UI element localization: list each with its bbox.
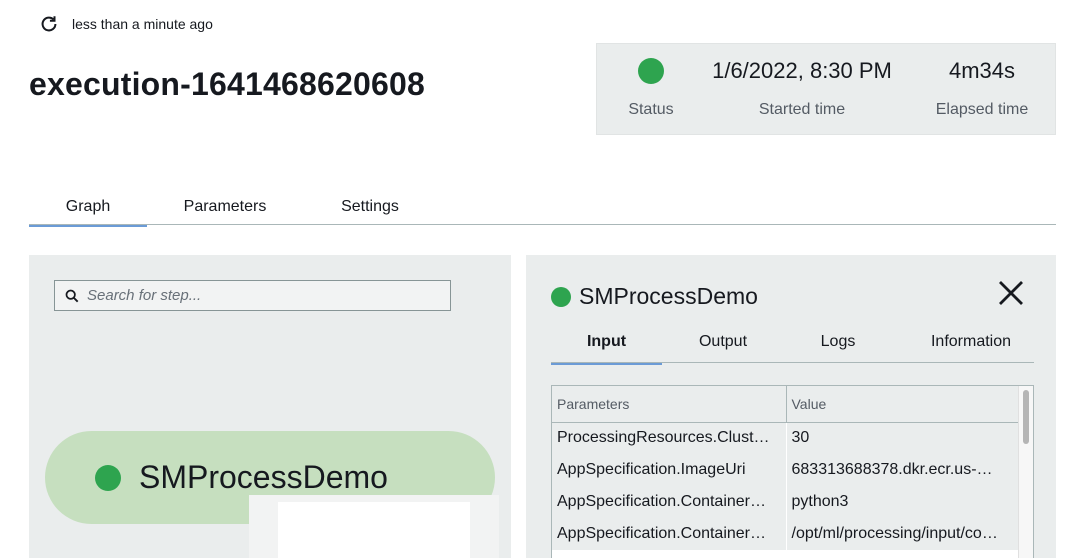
- search-input[interactable]: [87, 287, 427, 304]
- parameter-value-cell: 30: [786, 422, 1020, 454]
- step-details-title: SMProcessDemo: [579, 283, 758, 309]
- step-search: [54, 280, 451, 311]
- tab-settings[interactable]: Settings: [325, 198, 415, 216]
- table-header-row: Parameters Value: [552, 386, 1020, 423]
- table-row: ProcessingResources.Clust… 30: [552, 422, 1020, 454]
- graph-overlay-inner: [278, 502, 470, 558]
- table-row: AppSpecification.Container… /opt/ml/proc…: [552, 518, 1020, 550]
- column-header-value[interactable]: Value: [786, 386, 1020, 423]
- main-tabs: Graph Parameters Settings: [29, 190, 1056, 227]
- tab-logs[interactable]: Logs: [815, 333, 861, 351]
- parameter-value-cell: 683313688378.dkr.ecr.us-…: [786, 454, 1020, 486]
- column-header-parameters[interactable]: Parameters: [552, 386, 787, 423]
- parameter-value-cell: python3: [786, 486, 1020, 518]
- table-row: AppSpecification.ImageUri 683313688378.d…: [552, 454, 1020, 486]
- tab-input[interactable]: Input: [551, 333, 662, 365]
- scrollbar-thumb[interactable]: [1023, 390, 1029, 444]
- started-time-value: 1/6/2022, 8:30 PM: [712, 58, 892, 83]
- parameter-name-cell: ProcessingResources.Clust…: [552, 422, 786, 454]
- parameter-name-cell: AppSpecification.Container…: [552, 518, 786, 550]
- started-time-label: Started time: [758, 101, 846, 118]
- step-status-icon: [551, 286, 571, 307]
- refresh-icon: [41, 16, 57, 32]
- tab-graph[interactable]: Graph: [29, 198, 147, 227]
- parameter-name-cell: AppSpecification.ImageUri: [552, 454, 786, 486]
- elapsed-time-label: Elapsed time: [935, 101, 1029, 118]
- status-success-icon: [638, 58, 664, 84]
- tab-output[interactable]: Output: [687, 333, 759, 351]
- input-parameters-table: Parameters Value ProcessingResources.Clu…: [551, 385, 1034, 558]
- tab-information[interactable]: Information: [921, 333, 1021, 351]
- details-tabs: Input Output Logs Information: [551, 325, 1034, 365]
- status-label: Status: [628, 101, 674, 118]
- last-refreshed-text: less than a minute ago: [72, 16, 213, 32]
- step-success-icon: [95, 464, 121, 491]
- execution-summary: Status 1/6/2022, 8:30 PM Started time 4m…: [596, 43, 1056, 135]
- tab-parameters[interactable]: Parameters: [175, 198, 275, 216]
- graph-panel: SMProcessDemo: [29, 255, 511, 558]
- refresh-button[interactable]: less than a minute ago: [38, 13, 213, 35]
- graph-node-label: SMProcessDemo: [139, 459, 388, 495]
- parameter-value-cell: /opt/ml/processing/input/co…: [786, 518, 1020, 550]
- parameter-name-cell: AppSpecification.Container…: [552, 486, 786, 518]
- search-icon: [65, 289, 79, 302]
- step-details-header: SMProcessDemo: [551, 283, 758, 310]
- page-title: execution-1641468620608: [29, 66, 425, 102]
- elapsed-time-stat: 4m34s Elapsed time: [917, 44, 1047, 119]
- close-icon[interactable]: [997, 279, 1025, 307]
- started-time-stat: 1/6/2022, 8:30 PM Started time: [697, 44, 907, 119]
- step-details-panel: SMProcessDemo Input Output Logs Informat…: [526, 255, 1056, 558]
- status-stat: Status: [611, 44, 691, 119]
- table-row: AppSpecification.Container… python3: [552, 486, 1020, 518]
- table-scrollbar[interactable]: [1018, 386, 1033, 558]
- elapsed-time-value: 4m34s: [948, 58, 1016, 83]
